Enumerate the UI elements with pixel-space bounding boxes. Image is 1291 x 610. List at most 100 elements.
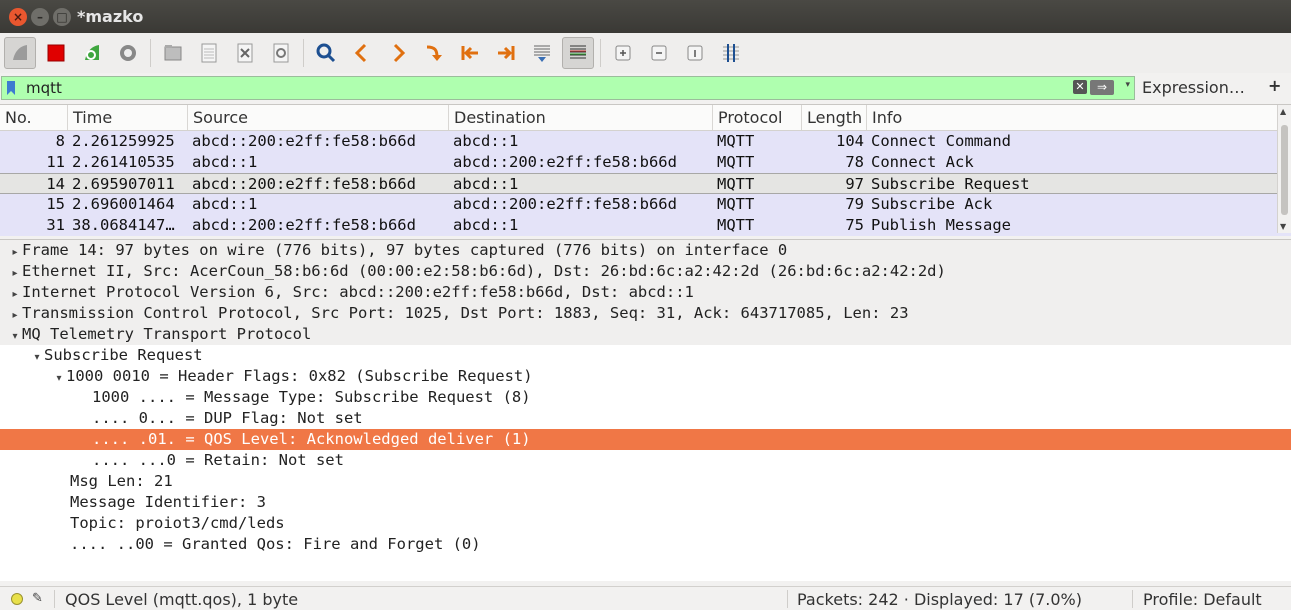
scrollbar-thumb[interactable] bbox=[1281, 125, 1288, 215]
packet-destination: abcd::200:e2ff:fe58:b66d bbox=[453, 153, 677, 171]
tree-item-text: .... ...0 = Retain: Not set bbox=[92, 451, 344, 469]
go-back-icon[interactable] bbox=[346, 37, 378, 69]
title-bar: × – □ *mazko bbox=[0, 0, 1291, 33]
filter-history-dropdown-icon[interactable]: ▾ bbox=[1125, 80, 1130, 90]
packet-source: abcd::1 bbox=[192, 153, 258, 171]
close-window-icon[interactable]: × bbox=[9, 7, 27, 26]
tree-item-text: Transmission Control Protocol, Src Port:… bbox=[22, 304, 909, 322]
packet-time: 2.696001464 bbox=[72, 195, 175, 213]
packet-length: 79 bbox=[845, 195, 864, 213]
edit-comment-icon[interactable]: ✎ bbox=[32, 591, 43, 606]
packet-source: abcd::1 bbox=[192, 195, 258, 213]
status-packets: Packets: 242 · Displayed: 17 (7.0%) bbox=[797, 590, 1082, 609]
packet-no: 15 bbox=[46, 195, 65, 213]
display-filter-field[interactable]: ✕ ⇒ ▾ bbox=[1, 76, 1135, 100]
normal-size-icon[interactable] bbox=[679, 37, 711, 69]
packet-row-selected[interactable]: 14 2.695907011 abcd::200:e2ff:fe58:b66d … bbox=[0, 173, 1291, 194]
tree-item-dup-flag[interactable]: .... 0... = DUP Flag: Not set bbox=[0, 408, 1291, 429]
tree-item-frame[interactable]: ▸ Frame 14: 97 bytes on wire (776 bits), … bbox=[0, 240, 1291, 261]
display-filter-input[interactable] bbox=[20, 79, 1060, 97]
packet-time: 2.261410535 bbox=[72, 153, 175, 171]
resize-columns-icon[interactable] bbox=[715, 37, 747, 69]
packet-time: 2.695907011 bbox=[72, 175, 175, 193]
go-first-icon[interactable] bbox=[454, 37, 486, 69]
packet-row[interactable]: 31 38.0684147… abcd::200:e2ff:fe58:b66d … bbox=[0, 215, 1291, 236]
tree-item-msg-len[interactable]: Msg Len: 21 bbox=[0, 471, 1291, 492]
maximize-window-icon[interactable]: □ bbox=[53, 7, 71, 26]
status-profile[interactable]: Profile: Default bbox=[1143, 590, 1262, 609]
start-capture-icon[interactable] bbox=[4, 37, 36, 69]
tree-item-subscribe-request[interactable]: ▾ Subscribe Request bbox=[0, 345, 1291, 366]
tree-item-text: Frame 14: 97 bytes on wire (776 bits), 9… bbox=[22, 241, 788, 259]
tree-item-text: MQ Telemetry Transport Protocol bbox=[22, 325, 312, 343]
close-file-icon[interactable] bbox=[229, 37, 261, 69]
zoom-out-icon[interactable] bbox=[643, 37, 675, 69]
packet-time: 38.0684147… bbox=[72, 216, 175, 234]
tree-item-header-flags[interactable]: ▾ 1000 0010 = Header Flags: 0x82 (Subscri… bbox=[0, 366, 1291, 387]
toolbar-separator bbox=[150, 39, 151, 67]
packet-length: 97 bbox=[845, 175, 864, 193]
packet-length: 104 bbox=[836, 132, 864, 150]
reload-file-icon[interactable] bbox=[265, 37, 297, 69]
autoscroll-icon[interactable] bbox=[526, 37, 558, 69]
apply-filter-icon[interactable]: ⇒ bbox=[1090, 80, 1114, 95]
collapse-arrow-icon[interactable]: ▾ bbox=[8, 326, 22, 347]
tree-item-text: Message Identifier: 3 bbox=[70, 493, 266, 511]
column-header-protocol[interactable]: Protocol bbox=[713, 105, 802, 130]
scroll-down-icon[interactable]: ▼ bbox=[1280, 222, 1286, 231]
stop-capture-icon[interactable] bbox=[40, 37, 72, 69]
tree-item-message-type[interactable]: 1000 .... = Message Type: Subscribe Requ… bbox=[0, 387, 1291, 408]
minimize-window-icon[interactable]: – bbox=[31, 7, 49, 26]
packet-row[interactable]: 11 2.261410535 abcd::1 abcd::200:e2ff:fe… bbox=[0, 152, 1291, 173]
tree-item-ipv6[interactable]: ▸ Internet Protocol Version 6, Src: abcd:… bbox=[0, 282, 1291, 303]
capture-options-icon[interactable] bbox=[112, 37, 144, 69]
display-filter-bar: ✕ ⇒ ▾ Expression… + bbox=[0, 76, 1291, 100]
column-header-no[interactable]: No. bbox=[0, 105, 68, 130]
restart-capture-icon[interactable] bbox=[76, 37, 108, 69]
colorize-icon[interactable] bbox=[562, 37, 594, 69]
column-header-info[interactable]: Info bbox=[867, 105, 1277, 130]
find-packet-icon[interactable] bbox=[310, 37, 342, 69]
go-to-packet-icon[interactable] bbox=[418, 37, 450, 69]
packet-row[interactable]: 15 2.696001464 abcd::1 abcd::200:e2ff:fe… bbox=[0, 194, 1291, 215]
column-header-length[interactable]: Length bbox=[802, 105, 867, 130]
tree-item-qos-level-selected[interactable]: .... .01. = QOS Level: Acknowledged deli… bbox=[0, 429, 1291, 450]
tree-item-text: Ethernet II, Src: AcerCoun_58:b6:6d (00:… bbox=[22, 262, 946, 280]
packet-list-scrollbar[interactable]: ▲ ▼ bbox=[1277, 105, 1291, 233]
column-header-time[interactable]: Time bbox=[68, 105, 188, 130]
go-last-icon[interactable] bbox=[490, 37, 522, 69]
tree-item-retain[interactable]: .... ...0 = Retain: Not set bbox=[0, 450, 1291, 471]
tree-item-mqtt[interactable]: ▾ MQ Telemetry Transport Protocol bbox=[0, 324, 1291, 345]
collapse-arrow-icon[interactable]: ▾ bbox=[30, 347, 44, 368]
expert-info-icon[interactable] bbox=[11, 593, 23, 605]
save-file-icon[interactable] bbox=[193, 37, 225, 69]
expand-arrow-icon[interactable]: ▸ bbox=[8, 284, 22, 305]
bookmark-icon[interactable] bbox=[2, 80, 20, 96]
packet-no: 11 bbox=[46, 153, 65, 171]
tree-item-tcp[interactable]: ▸ Transmission Control Protocol, Src Port… bbox=[0, 303, 1291, 324]
column-header-source[interactable]: Source bbox=[188, 105, 449, 130]
scroll-up-icon[interactable]: ▲ bbox=[1280, 107, 1286, 116]
tree-item-message-identifier[interactable]: Message Identifier: 3 bbox=[0, 492, 1291, 513]
packet-protocol: MQTT bbox=[717, 132, 755, 150]
expand-arrow-icon[interactable]: ▸ bbox=[8, 305, 22, 326]
tree-item-ethernet[interactable]: ▸ Ethernet II, Src: AcerCoun_58:b6:6d (00… bbox=[0, 261, 1291, 282]
column-header-destination[interactable]: Destination bbox=[449, 105, 713, 130]
packet-row[interactable]: 8 2.261259925 abcd::200:e2ff:fe58:b66d a… bbox=[0, 131, 1291, 152]
open-file-icon[interactable] bbox=[157, 37, 189, 69]
tree-item-text: Internet Protocol Version 6, Src: abcd::… bbox=[22, 283, 694, 301]
tree-item-topic[interactable]: Topic: proiot3/cmd/leds bbox=[0, 513, 1291, 534]
expand-arrow-icon[interactable]: ▸ bbox=[8, 242, 22, 263]
packet-list: No. Time Source Destination Protocol Len… bbox=[0, 104, 1291, 236]
expression-button[interactable]: Expression… bbox=[1142, 78, 1245, 97]
packet-info: Connect Ack bbox=[871, 153, 974, 171]
expand-arrow-icon[interactable]: ▸ bbox=[8, 263, 22, 284]
add-filter-button[interactable]: + bbox=[1268, 76, 1281, 95]
go-forward-icon[interactable] bbox=[382, 37, 414, 69]
zoom-in-icon[interactable] bbox=[607, 37, 639, 69]
collapse-arrow-icon[interactable]: ▾ bbox=[52, 368, 66, 389]
tree-item-text: .... ..00 = Granted Qos: Fire and Forget… bbox=[70, 535, 481, 553]
packet-info: Subscribe Ack bbox=[871, 195, 993, 213]
tree-item-granted-qos[interactable]: .... ..00 = Granted Qos: Fire and Forget… bbox=[0, 534, 1291, 555]
clear-filter-icon[interactable]: ✕ bbox=[1073, 80, 1087, 94]
